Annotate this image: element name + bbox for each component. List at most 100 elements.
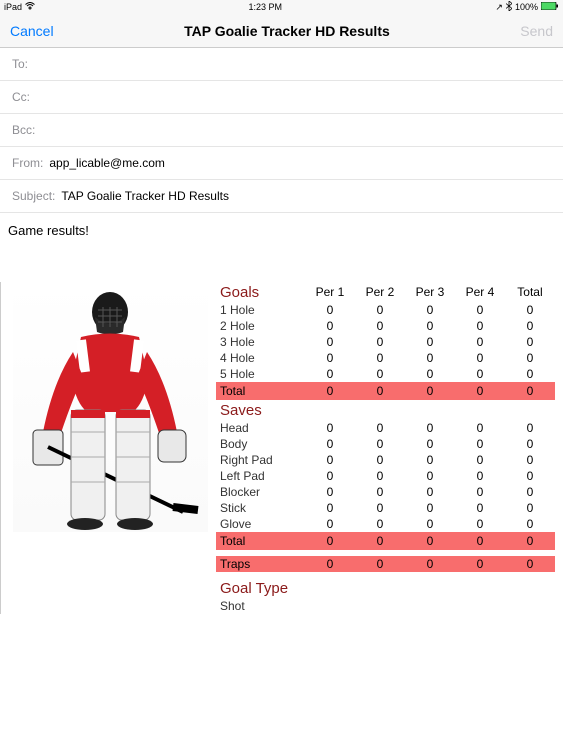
goals-value: 0 (405, 318, 455, 334)
saves-label: Glove (216, 516, 305, 532)
saves-value: 0 (405, 420, 455, 436)
cc-label: Cc: (12, 90, 30, 104)
goals-label: 4 Hole (216, 350, 305, 366)
saves-value: 0 (505, 468, 555, 484)
goalie-image (13, 282, 208, 532)
saves-value: 0 (405, 516, 455, 532)
saves-row: Blocker00000 (216, 484, 555, 500)
saves-value: 0 (405, 500, 455, 516)
col-per4: Per 4 (455, 282, 505, 302)
body-text[interactable]: Game results! (0, 213, 563, 248)
saves-value: 0 (305, 420, 355, 436)
saves-value: 0 (305, 452, 355, 468)
goals-value: 0 (405, 302, 455, 318)
saves-value: 0 (405, 452, 455, 468)
saves-value: 0 (405, 468, 455, 484)
bcc-field[interactable]: Bcc: (0, 114, 563, 147)
goals-value: 0 (455, 350, 505, 366)
goals-header: Goals (216, 282, 305, 302)
goals-value: 0 (505, 366, 555, 382)
saves-value: 0 (355, 500, 405, 516)
col-per1: Per 1 (305, 282, 355, 302)
goals-value: 0 (305, 318, 355, 334)
saves-value: 0 (405, 484, 455, 500)
cancel-button[interactable]: Cancel (10, 23, 54, 39)
saves-value: 0 (355, 452, 405, 468)
saves-value: 0 (455, 516, 505, 532)
saves-label: Body (216, 436, 305, 452)
goals-value: 0 (405, 350, 455, 366)
bcc-label: Bcc: (12, 123, 35, 137)
saves-label: Left Pad (216, 468, 305, 484)
status-bar: iPad 1:23 PM ↗ 100% (0, 0, 563, 14)
saves-value: 0 (455, 452, 505, 468)
goals-value: 0 (405, 366, 455, 382)
saves-value: 0 (355, 468, 405, 484)
goals-value: 0 (355, 350, 405, 366)
saves-value: 0 (355, 436, 405, 452)
saves-value: 0 (355, 516, 405, 532)
nav-title: TAP Goalie Tracker HD Results (184, 23, 390, 39)
saves-label: Blocker (216, 484, 305, 500)
goals-label: 1 Hole (216, 302, 305, 318)
saves-label: Stick (216, 500, 305, 516)
goal-type-value (355, 598, 405, 614)
from-field[interactable]: From: app_licable@me.com (0, 147, 563, 180)
goals-row: 5 Hole00000 (216, 366, 555, 382)
saves-value: 0 (455, 420, 505, 436)
goals-value: 0 (505, 318, 555, 334)
goals-row: 4 Hole00000 (216, 350, 555, 366)
battery-icon (541, 2, 559, 12)
saves-value: 0 (505, 500, 555, 516)
saves-value: 0 (505, 516, 555, 532)
saves-value: 0 (455, 500, 505, 516)
goals-value: 0 (505, 302, 555, 318)
cc-field[interactable]: Cc: (0, 81, 563, 114)
saves-row: Head00000 (216, 420, 555, 436)
from-label: From: (12, 156, 43, 170)
saves-total-label: Total (216, 532, 305, 550)
time-label: 1:23 PM (248, 2, 282, 12)
col-per3: Per 3 (405, 282, 455, 302)
saves-value: 0 (505, 452, 555, 468)
goals-value: 0 (505, 350, 555, 366)
col-total: Total (505, 282, 555, 302)
subject-value[interactable]: TAP Goalie Tracker HD Results (61, 189, 551, 203)
traps-row: Traps 0 0 0 0 0 (216, 556, 555, 572)
to-field[interactable]: To: (0, 48, 563, 81)
goals-value: 0 (355, 334, 405, 350)
goals-value: 0 (455, 366, 505, 382)
saves-row: Glove00000 (216, 516, 555, 532)
saves-value: 0 (305, 500, 355, 516)
results-panel: Goals Per 1 Per 2 Per 3 Per 4 Total 1 Ho… (0, 282, 563, 614)
from-value[interactable]: app_licable@me.com (49, 156, 551, 170)
saves-value: 0 (305, 436, 355, 452)
saves-value: 0 (505, 420, 555, 436)
goals-value: 0 (455, 334, 505, 350)
goals-value: 0 (355, 318, 405, 334)
saves-value: 0 (455, 484, 505, 500)
goals-value: 0 (355, 302, 405, 318)
location-icon: ↗ (495, 2, 503, 13)
saves-row: Body00000 (216, 436, 555, 452)
saves-label: Right Pad (216, 452, 305, 468)
saves-header: Saves (216, 400, 305, 420)
subject-field[interactable]: Subject: TAP Goalie Tracker HD Results (0, 180, 563, 213)
goal-type-label: Shot (216, 598, 305, 614)
compose-area: To: Cc: Bcc: From: app_licable@me.com Su… (0, 48, 563, 213)
goals-value: 0 (305, 366, 355, 382)
saves-value: 0 (405, 436, 455, 452)
goal-type-value (455, 598, 505, 614)
saves-value: 0 (305, 484, 355, 500)
stats-area: Goals Per 1 Per 2 Per 3 Per 4 Total 1 Ho… (208, 282, 563, 614)
goal-type-value (505, 598, 555, 614)
goals-value: 0 (455, 302, 505, 318)
goals-value: 0 (305, 350, 355, 366)
bluetooth-icon (506, 1, 512, 13)
saves-value: 0 (355, 420, 405, 436)
wifi-icon (25, 2, 35, 12)
battery-label: 100% (515, 2, 538, 12)
goals-value: 0 (305, 334, 355, 350)
goals-total-row: Total 0 0 0 0 0 (216, 382, 555, 400)
send-button[interactable]: Send (520, 23, 553, 39)
